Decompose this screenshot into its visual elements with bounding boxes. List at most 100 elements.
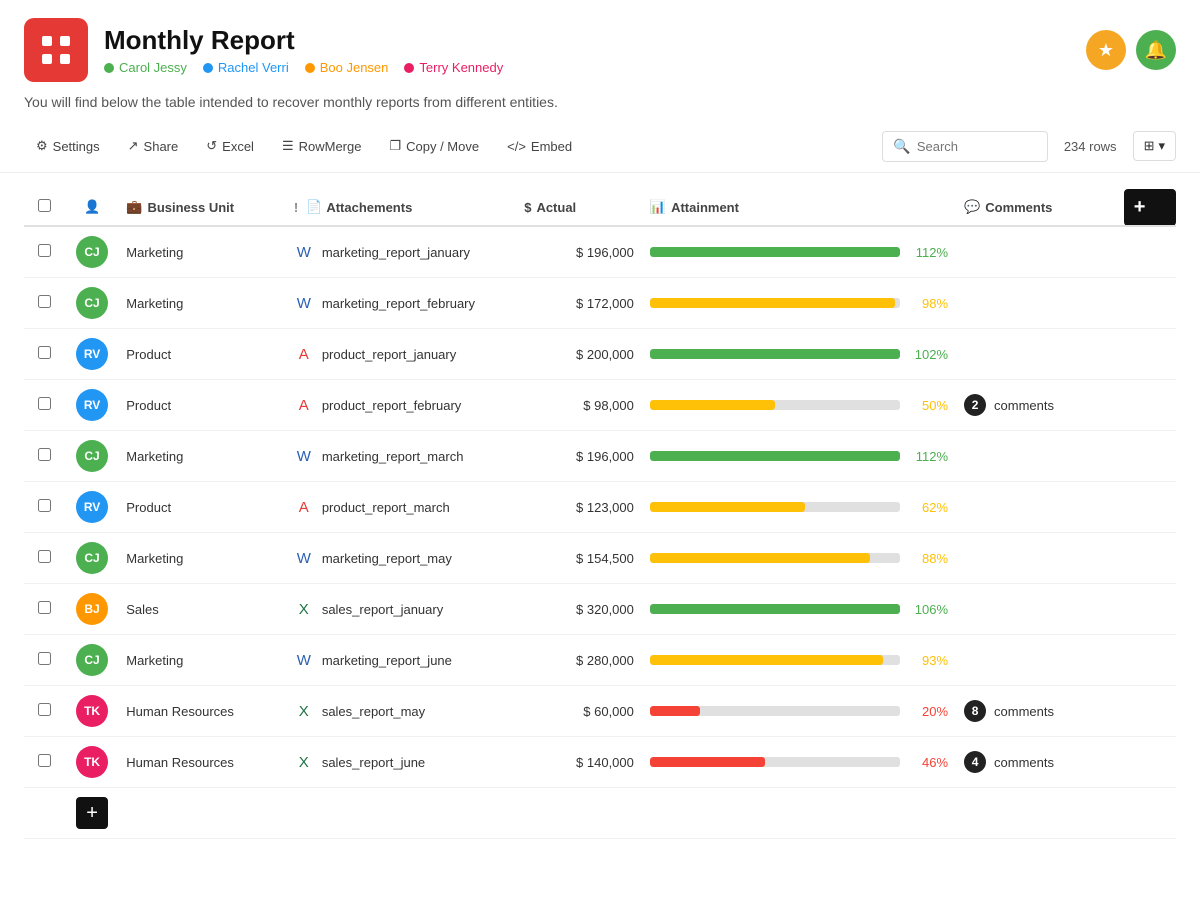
attach-cell[interactable]: A product_report_march [294, 497, 508, 517]
select-all-checkbox[interactable] [38, 199, 51, 212]
row-checkbox[interactable] [38, 754, 51, 767]
row-checkbox[interactable] [38, 397, 51, 410]
excel-button[interactable]: ↺ Excel [194, 130, 266, 162]
file-type-icon: W [294, 446, 314, 466]
attach-name: marketing_report_may [322, 551, 452, 566]
rowmerge-button[interactable]: ☰ RowMerge [270, 130, 374, 162]
rows-count: 234 rows [1064, 139, 1117, 154]
comments-cell: 2 comments [964, 394, 1116, 416]
attain-cell: 50% [650, 398, 948, 413]
settings-button[interactable]: ⚙ Settings [24, 130, 112, 162]
row-checkbox[interactable] [38, 295, 51, 308]
row-checkbox[interactable] [38, 244, 51, 257]
actual-cell: $ 98,000 [516, 380, 642, 431]
avatar: CJ [76, 644, 108, 676]
attach-cell[interactable]: X sales_report_may [294, 701, 508, 721]
search-box[interactable]: 🔍 [882, 131, 1047, 162]
table-row: TK Human Resources X sales_report_june $… [24, 737, 1176, 788]
row-checkbox[interactable] [38, 550, 51, 563]
user-item[interactable]: Boo Jensen [305, 60, 389, 75]
add-column-button[interactable]: + [1124, 191, 1156, 223]
bu-cell: Marketing [118, 635, 286, 686]
actual-cell: $ 123,000 [516, 482, 642, 533]
file-type-icon: A [294, 497, 314, 517]
row-checkbox[interactable] [38, 601, 51, 614]
star-button[interactable]: ★ [1086, 30, 1126, 70]
view-selector[interactable]: ⊞ ▾ [1133, 131, 1176, 161]
share-button[interactable]: ↗ Share [116, 130, 191, 162]
actual-cell: $ 140,000 [516, 737, 642, 788]
avatar: RV [76, 389, 108, 421]
title-block: Monthly Report Carol JessyRachel VerriBo… [104, 25, 503, 75]
progress-bg [650, 706, 900, 716]
col-header-check [24, 189, 66, 226]
user-name: Rachel Verri [218, 60, 289, 75]
attain-cell: 62% [650, 500, 948, 515]
attain-label: 46% [908, 755, 948, 770]
progress-bg [650, 655, 900, 665]
attain-cell: 98% [650, 296, 948, 311]
progress-bg [650, 451, 900, 461]
attain-cell: 106% [650, 602, 948, 617]
attach-cell[interactable]: A product_report_february [294, 395, 508, 415]
attain-label: 102% [908, 347, 948, 362]
embed-button[interactable]: </> Embed [495, 131, 584, 162]
attach-cell[interactable]: X sales_report_january [294, 599, 508, 619]
attach-name: marketing_report_january [322, 245, 470, 260]
col-header-attach[interactable]: ! 📄 Attachements [286, 189, 516, 226]
main-table: 👤 💼 Business Unit ! 📄 Attachements [24, 189, 1176, 839]
attach-name: marketing_report_february [322, 296, 475, 311]
attach-cell[interactable]: W marketing_report_january [294, 242, 508, 262]
avatar: RV [76, 338, 108, 370]
row-checkbox[interactable] [38, 652, 51, 665]
comment-badge: 8 [964, 700, 986, 722]
attach-cell[interactable]: W marketing_report_february [294, 293, 508, 313]
attain-cell: 102% [650, 347, 948, 362]
col-header-comments[interactable]: 💬 Comments [956, 189, 1124, 226]
progress-fill [650, 349, 900, 359]
col-header-add[interactable]: + [1124, 189, 1176, 226]
user-dot-color [104, 63, 114, 73]
bu-cell: Product [118, 482, 286, 533]
progress-bg [650, 349, 900, 359]
row-checkbox[interactable] [38, 703, 51, 716]
search-input[interactable] [917, 139, 1037, 154]
file-type-icon: W [294, 548, 314, 568]
copymove-button[interactable]: ❐ Copy / Move [377, 130, 491, 162]
progress-fill [650, 706, 700, 716]
row-checkbox[interactable] [38, 499, 51, 512]
bu-cell: Marketing [118, 226, 286, 278]
bu-cell: Human Resources [118, 737, 286, 788]
attain-cell: 112% [650, 449, 948, 464]
bar-chart-icon: 📊 [650, 199, 666, 215]
col-header-attain[interactable]: 📊 Attainment [642, 189, 956, 226]
progress-bg [650, 757, 900, 767]
embed-icon: </> [507, 139, 526, 154]
bu-cell: Marketing [118, 533, 286, 584]
avatar: RV [76, 491, 108, 523]
user-item[interactable]: Carol Jessy [104, 60, 187, 75]
progress-fill [650, 604, 900, 614]
user-item[interactable]: Rachel Verri [203, 60, 289, 75]
search-icon: 🔍 [893, 138, 910, 155]
actual-cell: $ 60,000 [516, 686, 642, 737]
user-item[interactable]: Terry Kennedy [404, 60, 503, 75]
comments-cell: 4 comments [964, 751, 1116, 773]
dollar-icon: $ [524, 200, 531, 215]
attach-cell[interactable]: W marketing_report_march [294, 446, 508, 466]
table-row: CJ Marketing W marketing_report_february… [24, 278, 1176, 329]
file-type-icon: X [294, 701, 314, 721]
briefcase-icon: 💼 [126, 199, 142, 215]
row-checkbox[interactable] [38, 346, 51, 359]
attach-cell[interactable]: A product_report_january [294, 344, 508, 364]
bell-button[interactable]: 🔔 [1136, 30, 1176, 70]
attach-cell[interactable]: W marketing_report_june [294, 650, 508, 670]
add-row-button[interactable]: + [76, 797, 108, 829]
col-header-bu[interactable]: 💼 Business Unit [118, 189, 286, 226]
attach-cell[interactable]: X sales_report_june [294, 752, 508, 772]
header: Monthly Report Carol JessyRachel VerriBo… [0, 0, 1200, 82]
row-checkbox[interactable] [38, 448, 51, 461]
attach-name: marketing_report_march [322, 449, 464, 464]
attach-cell[interactable]: W marketing_report_may [294, 548, 508, 568]
col-header-actual[interactable]: $ Actual [516, 189, 642, 226]
